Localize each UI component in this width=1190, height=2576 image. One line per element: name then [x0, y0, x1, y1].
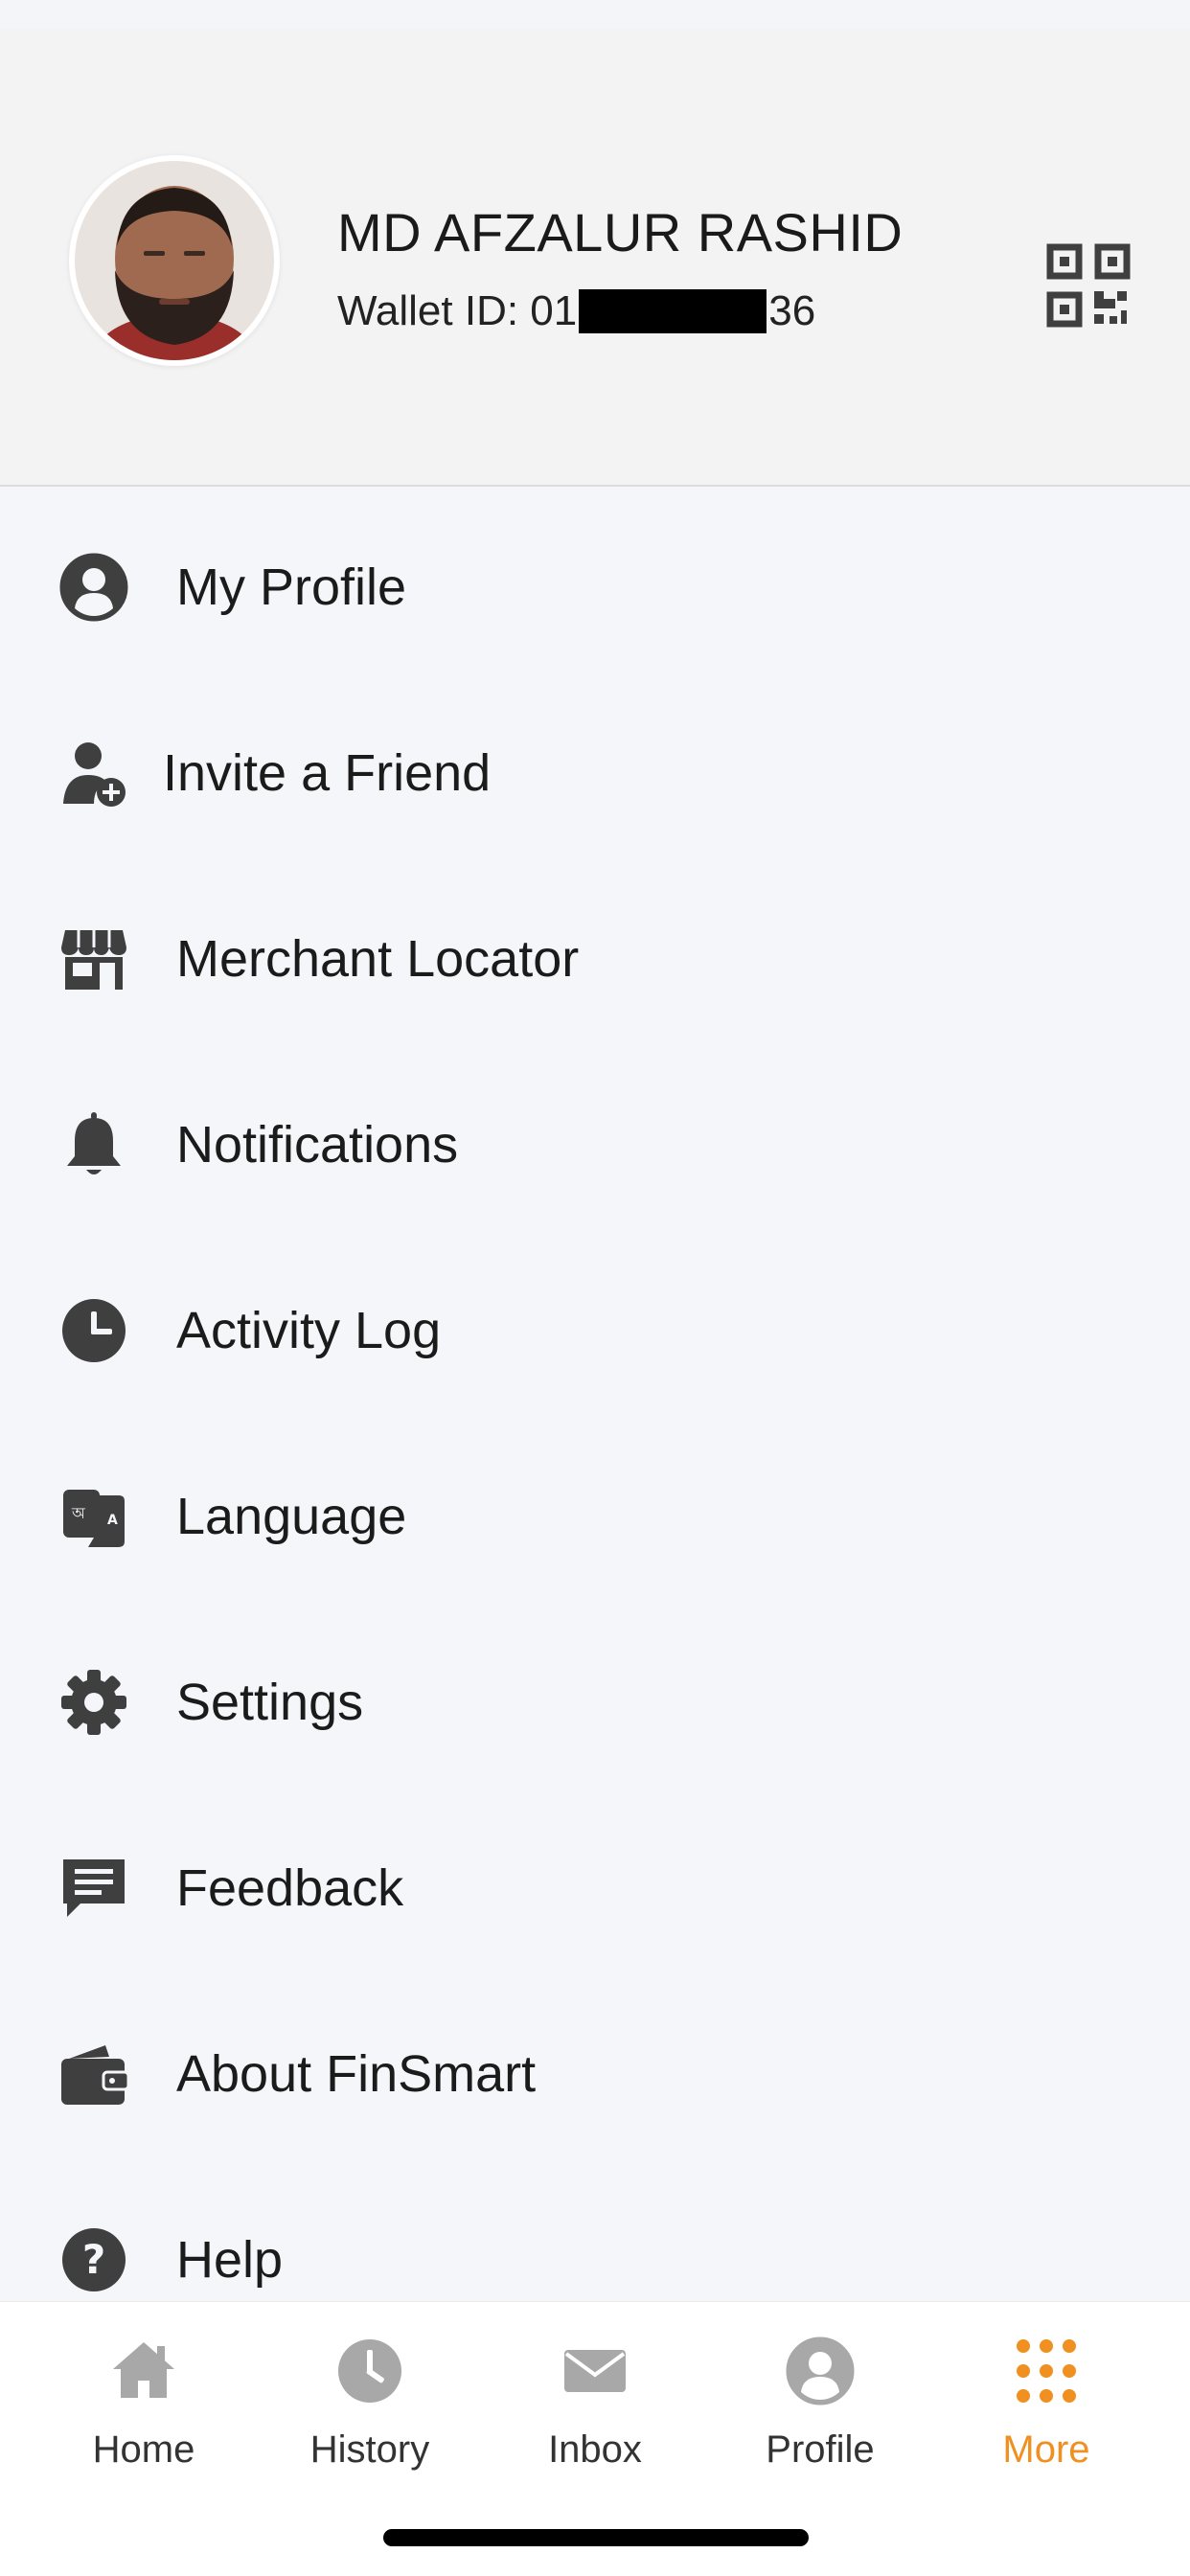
svg-text:A: A — [107, 1513, 118, 1528]
menu-item-my-profile[interactable]: My Profile — [0, 489, 1190, 674]
tab-label: Home — [92, 2428, 195, 2471]
tab-more[interactable]: More — [933, 2337, 1159, 2490]
menu-item-label: Language — [176, 1488, 407, 1545]
chat-icon — [63, 1859, 125, 1917]
tab-profile[interactable]: Profile — [707, 2337, 933, 2490]
tab-inbox[interactable]: Inbox — [482, 2337, 708, 2490]
status-bar — [0, 0, 1190, 29]
mail-icon — [564, 2350, 626, 2392]
menu-item-label: Invite a Friend — [163, 744, 492, 802]
tab-label: History — [309, 2428, 430, 2471]
menu-item-label: About FinSmart — [176, 2045, 537, 2103]
tab-label: Profile — [766, 2428, 875, 2471]
wallet-id-suffix: 36 — [768, 287, 816, 334]
gear-icon — [61, 1670, 126, 1735]
menu-item-about-finsmart[interactable]: About FinSmart — [0, 1975, 1190, 2161]
user-name: MD AFZALUR RASHID — [337, 202, 904, 262]
help-icon: ? — [62, 2228, 126, 2291]
menu-item-label: Help — [176, 2231, 284, 2289]
storefront-icon — [61, 930, 126, 990]
qr-code-icon[interactable] — [1046, 243, 1131, 328]
grid-dots-icon — [1017, 2339, 1076, 2403]
menu-item-label: Activity Log — [176, 1302, 442, 1359]
menu-item-feedback[interactable]: Feedback — [0, 1790, 1190, 1975]
wallet-id-prefix: Wallet ID: 01 — [337, 287, 578, 334]
svg-text:অ: অ — [71, 1504, 86, 1522]
home-icon — [113, 2342, 174, 2398]
bell-icon — [67, 1112, 121, 1174]
tab-label: More — [1002, 2428, 1090, 2471]
menu-item-language[interactable]: অ A Language — [0, 1418, 1190, 1604]
menu-item-notifications[interactable]: Notifications — [0, 1046, 1190, 1232]
menu-item-label: Settings — [176, 1674, 364, 1731]
menu-item-activity-log[interactable]: Activity Log — [0, 1232, 1190, 1418]
profile-header: MD AFZALUR RASHID Wallet ID: 01 36 — [0, 29, 1190, 487]
tab-home[interactable]: Home — [31, 2337, 257, 2490]
user-circle-icon — [786, 2337, 855, 2405]
menu-item-invite-a-friend[interactable]: Invite a Friend — [0, 674, 1190, 860]
menu-item-label: Notifications — [176, 1116, 459, 1174]
wallet-id: Wallet ID: 01 36 — [337, 287, 815, 335]
user-circle-icon — [59, 553, 128, 622]
menu-item-label: Merchant Locator — [176, 930, 580, 988]
menu-item-label: My Profile — [176, 559, 407, 616]
home-indicator — [383, 2529, 809, 2546]
svg-text:?: ? — [82, 2236, 105, 2283]
menu-item-settings[interactable]: Settings — [0, 1604, 1190, 1790]
avatar[interactable] — [69, 155, 280, 366]
clock-icon — [62, 1299, 126, 1362]
tab-history[interactable]: History — [257, 2337, 483, 2490]
wallet-id-redaction — [579, 289, 767, 333]
menu-item-label: Feedback — [176, 1859, 404, 1917]
language-icon: অ A — [63, 1490, 125, 1547]
tab-label: Inbox — [548, 2428, 642, 2471]
clock-icon — [338, 2339, 401, 2403]
wallet-icon — [61, 2045, 128, 2105]
add-user-icon — [63, 742, 126, 807]
menu-item-merchant-locator[interactable]: Merchant Locator — [0, 860, 1190, 1046]
